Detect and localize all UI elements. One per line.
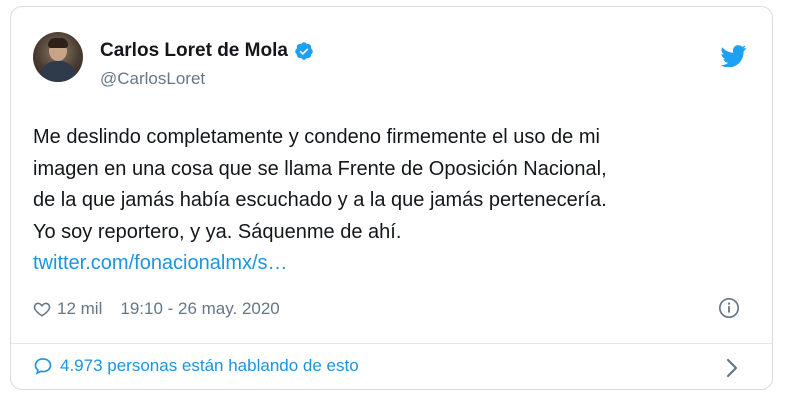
author-handle[interactable]: @CarlosLoret: [100, 69, 205, 89]
divider: [11, 343, 772, 344]
conversation-link[interactable]: 4.973 personas están hablando de esto: [33, 356, 359, 376]
tweet-text-line-2: imagen en una cosa que se llama Frente d…: [33, 157, 607, 180]
like-count[interactable]: 12 mil: [57, 299, 102, 319]
tweet-timestamp[interactable]: 19:10 - 26 may. 2020: [120, 299, 279, 319]
tweet-text-line-3: de la que jamás había escuchado y a la q…: [33, 189, 607, 211]
avatar-hair-shape: [48, 38, 68, 48]
author-name-row[interactable]: Carlos Loret de Mola: [100, 40, 314, 62]
tweet-card: Carlos Loret de Mola @CarlosLoret Me des…: [10, 6, 773, 390]
tweet-text-line-4: Yo soy reportero, y ya. Sáquenme de ahí.: [33, 220, 402, 243]
chevron-right-icon[interactable]: [724, 357, 740, 379]
avatar[interactable]: [33, 32, 83, 82]
tweet-text: Me deslindo completamente y condeno firm…: [33, 122, 753, 280]
twitter-bird-icon[interactable]: [720, 45, 747, 67]
speech-bubble-icon: [34, 358, 52, 375]
tweet-meta-row: 12 mil 19:10 - 26 may. 2020: [33, 299, 280, 319]
info-icon[interactable]: [718, 297, 740, 319]
tweet-link[interactable]: twitter.com/fonacionalmx/s…: [33, 252, 288, 274]
heart-icon[interactable]: [33, 300, 51, 318]
tweet-text-line-1: Me deslindo completamente y condeno firm…: [33, 126, 600, 148]
avatar-body-shape: [40, 61, 76, 82]
conversation-count-text[interactable]: 4.973 personas están hablando de esto: [60, 356, 359, 376]
author-name[interactable]: Carlos Loret de Mola: [100, 40, 288, 62]
verified-badge-icon: [295, 42, 313, 60]
